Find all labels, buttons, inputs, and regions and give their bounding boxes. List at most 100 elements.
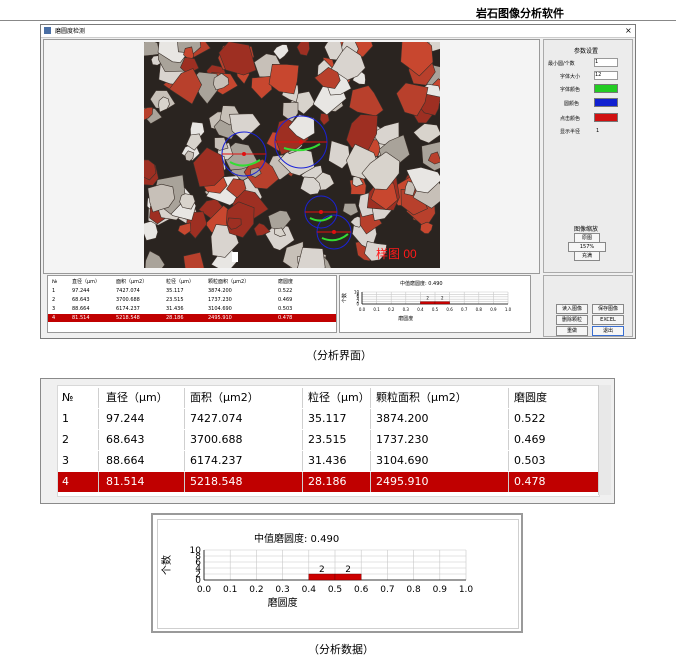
mini-table-cell: 0.469	[278, 297, 293, 303]
mineral-grain	[144, 42, 161, 57]
x-axis-label: 磨圆度	[268, 596, 298, 609]
chart-title: 中值磨圆度: 0.490	[254, 532, 339, 545]
column-divider	[184, 451, 185, 471]
histogram-frame: 2 2 0.0 0.1 0.2 0.3 0.4 0.5 0.6 0.7 0.8 0.9 1.0 0 2 4 6 8…	[157, 519, 519, 629]
column-divider	[302, 388, 303, 408]
histogram-window: 2 2 0.0 0.1 0.2 0.3 0.4 0.5 0.6 0.7 0.8 0.9 1.0 0 2 4 6 8…	[151, 513, 523, 633]
roundness-histogram: 2 20.0 0.1 0.2 0.3 0.4 0.5 0.6 0.7 0.8 0.9 1.002468…	[160, 532, 473, 609]
y-tick-label: 10	[190, 546, 202, 556]
column-divider	[98, 388, 99, 408]
mini-table-row[interactable]: 3 88.664 6174.237 31.436 3104.690 0.503	[48, 305, 336, 313]
column-divider	[370, 409, 371, 429]
table-cell: 0.478	[514, 475, 546, 488]
mini-table-cell: 面积（μm2）	[116, 279, 148, 285]
action-button-panel: 读入图像 保存图像 删除颗粒 EXCEL 重做 退出	[543, 275, 633, 337]
close-icon[interactable]: ×	[625, 25, 632, 36]
mini-table-cell: 5218.548	[116, 315, 140, 321]
histogram-bar	[420, 301, 436, 305]
mini-table-cell: 68.643	[72, 297, 90, 303]
column-divider	[184, 430, 185, 450]
table-cell: 68.643	[106, 433, 145, 446]
table-cell: 1737.230	[376, 433, 429, 446]
column-divider	[508, 409, 509, 429]
mini-table-cell: №	[52, 279, 58, 285]
table-cell: 0.503	[514, 454, 546, 467]
bar-value-label: 2	[441, 296, 444, 301]
table-cell: 3700.688	[190, 433, 243, 446]
mini-table-cell: 4	[52, 315, 56, 321]
x-tick-label: 0.4	[417, 307, 424, 312]
export-excel-button[interactable]: EXCEL	[592, 315, 624, 325]
mini-table-cell: 7427.074	[116, 288, 140, 294]
mini-table-cell: 2495.910	[208, 315, 232, 321]
x-axis-label: 磨圆度	[398, 315, 413, 322]
mini-table-cell: 3104.690	[208, 306, 232, 312]
mini-table-cell: 97.244	[72, 288, 90, 294]
thin-section-image[interactable]: 样图 00	[144, 42, 440, 268]
mineral-grain	[144, 220, 159, 241]
mini-table-cell: 0.522	[278, 288, 293, 294]
min-circle-label: 最小圆/个数	[548, 61, 575, 67]
mini-results-table: № 直径（μm） 面积（μm2） 粒径（μm） 颗粒面积（μm2） 磨圆度 1 97.244 7…	[47, 275, 337, 333]
results-table[interactable]: № 直径（μm） 面积（μm2） 粒径（μm） 颗粒面积（μm2） 磨圆度 1 97.244 7…	[57, 385, 600, 497]
column-divider	[98, 451, 99, 471]
circle-color-swatch[interactable]	[594, 98, 618, 107]
mini-table-cell: 直径（μm）	[72, 279, 101, 285]
mini-table-cell: 35.117	[166, 288, 184, 294]
mini-table-cell: 磨圆度	[278, 279, 294, 285]
bar-value-label: 2	[319, 565, 325, 575]
table-cell: 1	[62, 412, 69, 425]
table-cell: 0.522	[514, 412, 546, 425]
mini-table-row[interactable]: 1 97.244 7427.074 35.117 3874.200 0.522	[48, 287, 336, 295]
fit-window-button[interactable]: 充满	[574, 251, 600, 261]
column-divider	[508, 451, 509, 471]
column-divider	[184, 409, 185, 429]
mini-histogram: 2 20.0 0.1 0.2 0.3 0.4 0.5 0.6 0.7 0.8 0.9 1.002468…	[341, 289, 512, 322]
show-radius-value[interactable]: 1	[596, 128, 599, 134]
y-axis-label: 个数	[341, 293, 348, 303]
table-header-cell: 颗粒面积（μm2）	[376, 391, 467, 404]
mini-table-cell: 0.478	[278, 315, 293, 321]
table-row[interactable]: 1 97.244 7427.074 35.117 3874.200 0.522	[58, 409, 599, 429]
results-table-window: № 直径（μm） 面积（μm2） 粒径（μm） 颗粒面积（μm2） 磨圆度 1 97.244 7…	[40, 378, 615, 504]
circle-color-label: 圆颜色	[564, 101, 580, 107]
mini-table-header: № 直径（μm） 面积（μm2） 粒径（μm） 颗粒面积（μm2） 磨圆度	[48, 278, 336, 286]
y-tick-label: 10	[354, 289, 360, 294]
mini-table-cell: 23.515	[166, 297, 184, 303]
table-cell: 7427.074	[190, 412, 243, 425]
load-image-button[interactable]: 读入图像	[556, 304, 588, 314]
table-cell: 6174.237	[190, 454, 243, 467]
column-divider	[508, 388, 509, 408]
font-size-select[interactable]: 12	[594, 71, 618, 80]
table-header-cell: №	[62, 391, 74, 404]
header-rule	[0, 20, 676, 21]
table-row[interactable]: 4 81.514 5218.548 28.186 2495.910 0.478	[58, 472, 599, 492]
column-divider	[302, 451, 303, 471]
table-header-cell: 粒径（μm）	[308, 391, 370, 404]
image-viewer[interactable]: 样图 00	[43, 39, 540, 274]
redo-button[interactable]: 重做	[556, 326, 588, 336]
exit-button[interactable]: 退出	[592, 326, 624, 336]
save-image-button[interactable]: 保存图像	[592, 304, 624, 314]
bar-value-label: 2	[426, 296, 429, 301]
table-cell: 5218.548	[190, 475, 243, 488]
column-divider	[302, 409, 303, 429]
table-row[interactable]: 2 68.643 3700.688 23.515 1737.230 0.469	[58, 430, 599, 450]
delete-grain-button[interactable]: 删除颗粒	[556, 315, 588, 325]
mini-table-row[interactable]: 4 81.514 5218.548 28.186 2495.910 0.478	[48, 314, 336, 322]
mini-table-cell: 粒径（μm）	[166, 279, 195, 285]
table-cell: 2495.910	[376, 475, 429, 488]
x-tick-label: 0.7	[461, 307, 468, 312]
table-cell: 97.244	[106, 412, 145, 425]
min-circle-select[interactable]: 1	[594, 58, 618, 67]
mini-table-row[interactable]: 2 68.643 3700.688 23.515 1737.230 0.469	[48, 296, 336, 304]
cursor-icon	[232, 252, 238, 262]
table-cell: 3874.200	[376, 412, 429, 425]
mini-histogram-panel: 中值磨圆度: 0.490 2 2 0.0 0.1 0.2 0.3 0.4 0.5 0.6 0.7 0…	[339, 275, 531, 333]
x-tick-label: 0.1	[373, 307, 380, 312]
font-color-swatch[interactable]	[594, 84, 618, 93]
fit-color-swatch[interactable]	[594, 113, 618, 122]
table-scrollbar[interactable]	[598, 385, 611, 495]
table-row[interactable]: 3 88.664 6174.237 31.436 3104.690 0.503	[58, 451, 599, 471]
column-divider	[98, 472, 99, 492]
